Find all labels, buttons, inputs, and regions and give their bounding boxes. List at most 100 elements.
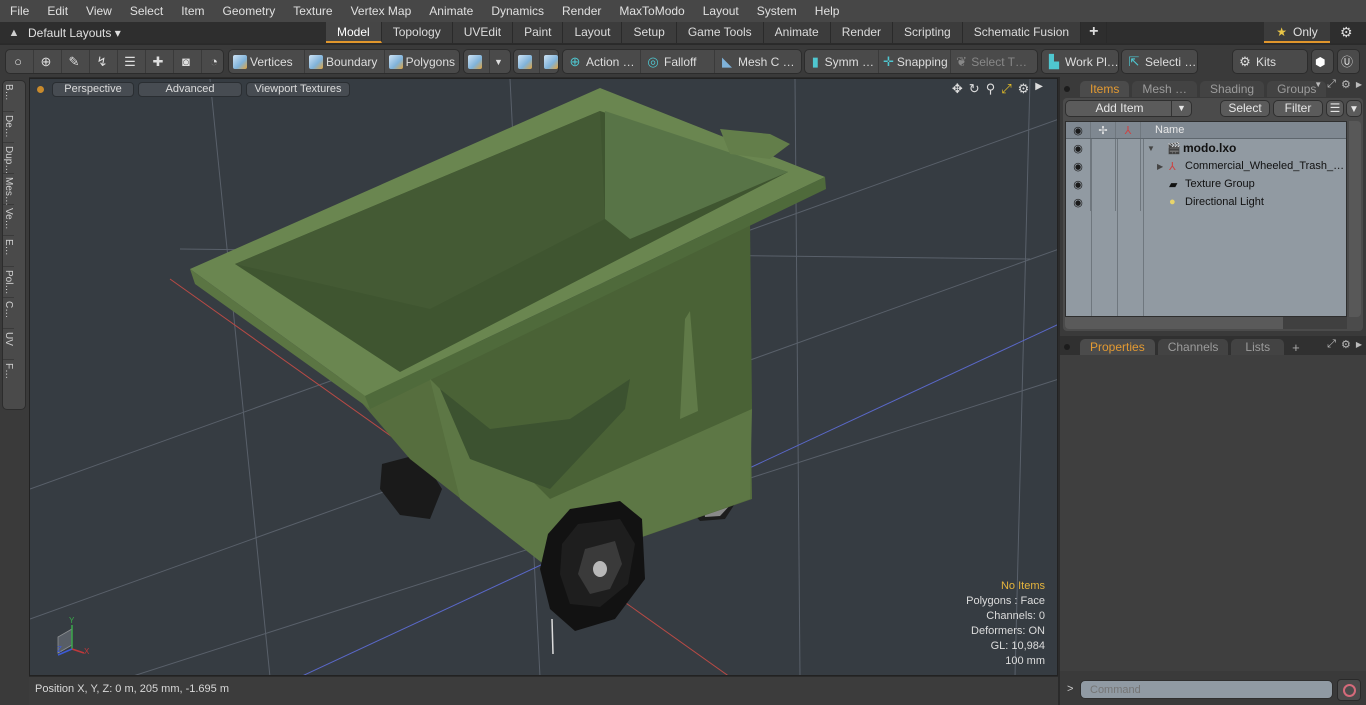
add-item-button[interactable]: Add Item ▼ — [1065, 100, 1192, 117]
boundary-button[interactable]: Boundary — [305, 50, 385, 73]
filter-button[interactable]: Filter — [1273, 100, 1323, 117]
menu-maxtomodo[interactable]: MaxToModo — [609, 0, 692, 22]
view-a-button[interactable] — [514, 50, 540, 73]
add-item-dropdown-icon[interactable]: ▼ — [1171, 101, 1191, 116]
left-tab-fusion[interactable]: F… — [3, 360, 14, 391]
material-dropdown[interactable]: ▼ — [490, 50, 507, 73]
align-button[interactable]: ☰ — [118, 50, 146, 73]
panel-more-icon[interactable]: ▶ — [1356, 80, 1362, 91]
left-tab-duplicate[interactable]: Dup… — [3, 143, 14, 174]
visibility-toggle-icon[interactable]: ◉ — [1073, 178, 1083, 191]
add-properties-tab-button[interactable]: + — [1292, 340, 1300, 355]
tab-model[interactable]: Model — [326, 22, 382, 43]
record-macro-button[interactable] — [1337, 679, 1361, 701]
work-plane-button[interactable]: ▙ Work Pl… — [1042, 50, 1123, 73]
add-tab-button[interactable]: + — [1081, 22, 1108, 43]
tab-schematic-fusion[interactable]: Schematic Fusion — [962, 22, 1082, 43]
menu-vertex-map[interactable]: Vertex Map — [341, 0, 420, 22]
globe-button[interactable]: ⊕ — [34, 50, 62, 73]
tab-topology[interactable]: Topology — [381, 22, 453, 43]
collapse-up-icon[interactable]: ▲ — [0, 27, 28, 39]
tab-animate[interactable]: Animate — [763, 22, 831, 43]
menu-texture[interactable]: Texture — [283, 0, 340, 22]
menu-system[interactable]: System — [747, 0, 805, 22]
frame-button[interactable]: ◙ — [174, 50, 202, 73]
symmetry-button[interactable]: ▮ Symm … — [805, 50, 879, 73]
left-tab-uv[interactable]: UV — [3, 329, 14, 360]
maximize-icon[interactable]: ⤢ — [1001, 81, 1011, 97]
menu-layout[interactable]: Layout — [693, 0, 747, 22]
tabs-dropdown-icon[interactable]: ▼ — [1314, 80, 1322, 91]
only-button[interactable]: ★ Only — [1264, 22, 1330, 43]
gear-icon[interactable]: ⚙ — [1340, 24, 1353, 41]
viewport-indicator-icon[interactable] — [37, 85, 44, 93]
orbit-icon[interactable]: ↻ — [969, 81, 980, 97]
lasso-button[interactable]: ↯ — [90, 50, 118, 73]
panel-dot-icon[interactable] — [1064, 86, 1070, 92]
panel-dot-icon[interactable] — [1064, 344, 1070, 350]
rotate-button[interactable]: ◔ — [202, 50, 230, 73]
viewport-more-icon[interactable]: ▶ — [1035, 81, 1043, 97]
menu-geometry[interactable]: Geometry — [213, 0, 284, 22]
expand-panel-icon[interactable]: ⤢ — [1327, 78, 1336, 91]
menu-render[interactable]: Render — [552, 0, 609, 22]
name-column-header[interactable]: Name — [1141, 122, 1346, 138]
box-kit-button[interactable]: ⬢ — [1311, 49, 1334, 74]
panel-gear-icon[interactable]: ⚙ — [1341, 78, 1351, 91]
visibility-column-header[interactable]: ◉ — [1066, 122, 1091, 138]
left-tab-basic[interactable]: B… — [3, 81, 14, 112]
left-tab-mesh-edit[interactable]: Mes… — [3, 174, 14, 206]
items-vertical-scrollbar[interactable] — [1349, 121, 1361, 317]
mesh-constraints-button[interactable]: ◣ Mesh C … — [715, 50, 799, 73]
circle-select-button[interactable]: ○ — [6, 50, 34, 73]
menu-animate[interactable]: Animate — [419, 0, 481, 22]
command-input[interactable] — [1080, 680, 1333, 699]
visibility-toggle-icon[interactable]: ◉ — [1073, 142, 1083, 155]
action-center-button[interactable]: ⊕ Action … — [563, 50, 641, 73]
menu-help[interactable]: Help — [805, 0, 848, 22]
visibility-toggle-icon[interactable]: ◉ — [1073, 160, 1083, 173]
material-mode-button[interactable] — [464, 50, 490, 73]
viewport-gear-icon[interactable]: ⚙ — [1018, 81, 1030, 97]
tab-layout[interactable]: Layout — [563, 22, 623, 43]
tab-scripting[interactable]: Scripting — [893, 22, 963, 43]
filter-funnel-button[interactable]: ▼ — [1346, 100, 1362, 117]
tree-row[interactable]: ◉ ● Directional Light — [1066, 193, 1346, 211]
tab-properties[interactable]: Properties — [1080, 339, 1155, 355]
perspective-button[interactable]: Perspective — [52, 81, 134, 97]
tab-lists[interactable]: Lists — [1231, 339, 1285, 355]
left-tab-edge[interactable]: E… — [3, 236, 14, 267]
type-column-header[interactable]: ⅄ — [1116, 122, 1141, 138]
list-options-button[interactable]: ☰ — [1326, 100, 1344, 117]
menu-select[interactable]: Select — [120, 0, 171, 22]
expand-toggle-icon[interactable]: ▼ — [1147, 144, 1159, 153]
select-button[interactable]: Select — [1220, 100, 1270, 117]
left-tab-vertex[interactable]: Ve… — [3, 205, 14, 236]
expand-panel-icon[interactable]: ⤢ — [1327, 338, 1336, 351]
tab-shading[interactable]: Shading — [1200, 81, 1265, 97]
pan-icon[interactable]: ✥ — [952, 81, 963, 97]
tab-setup[interactable]: Setup — [622, 22, 677, 43]
expand-toggle-icon[interactable]: ▶ — [1157, 162, 1169, 171]
tree-row[interactable]: ◉ ▶ ⅄ Commercial_Wheeled_Trash_… — [1066, 157, 1346, 175]
left-tab-polygon[interactable]: Pol… — [3, 267, 14, 298]
kits-button[interactable]: ⚙ Kits — [1233, 50, 1280, 73]
menu-view[interactable]: View — [76, 0, 120, 22]
advanced-button[interactable]: Advanced — [138, 81, 242, 97]
3d-viewport[interactable]: Perspective Advanced Viewport Textures ✥… — [29, 78, 1058, 676]
tab-uvedit[interactable]: UVEdit — [452, 22, 514, 43]
uv-unwrap-button[interactable]: ✚ — [146, 50, 174, 73]
pen-button[interactable]: ✎ — [62, 50, 90, 73]
falloff-button[interactable]: ◎ Falloff — [641, 50, 715, 73]
items-horizontal-scrollbar[interactable] — [1065, 317, 1283, 329]
viewport-textures-button[interactable]: Viewport Textures — [246, 81, 350, 97]
tab-render[interactable]: Render — [830, 22, 894, 43]
panel-gear-icon[interactable]: ⚙ — [1341, 338, 1351, 351]
select-through-button[interactable]: ❦ Select T… — [951, 50, 1031, 73]
tab-game-tools[interactable]: Game Tools — [676, 22, 764, 43]
tab-mesh[interactable]: Mesh … — [1132, 81, 1198, 97]
lock-column-header[interactable]: ✢ — [1091, 122, 1116, 138]
menu-item[interactable]: Item — [171, 0, 212, 22]
visibility-toggle-icon[interactable]: ◉ — [1073, 196, 1083, 209]
left-tab-deform[interactable]: De… — [3, 112, 14, 143]
